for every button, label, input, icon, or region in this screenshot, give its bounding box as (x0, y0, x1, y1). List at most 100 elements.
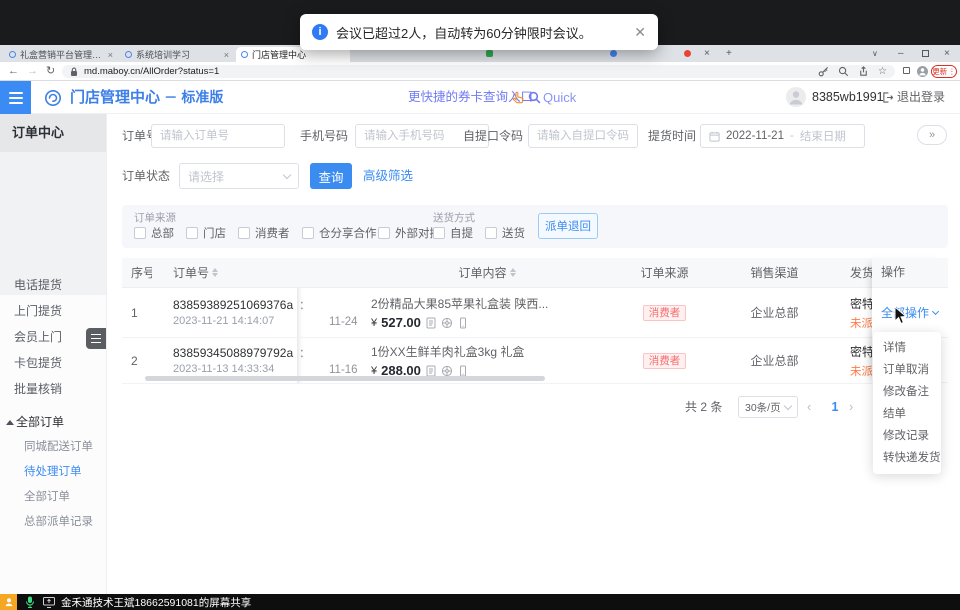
action-cell: 全部操作 (872, 288, 948, 338)
profile-avatar-icon[interactable] (917, 66, 928, 77)
side-panel-icon[interactable] (903, 67, 910, 74)
sort-icon[interactable] (510, 268, 516, 278)
site-favicon-icon (241, 51, 248, 58)
checkbox-hq[interactable]: 总部 (134, 225, 174, 241)
prev-page-icon[interactable]: ‹ (807, 395, 811, 419)
total-count-text: 共 2 条 (685, 395, 722, 419)
quick-link[interactable]: Quick (543, 81, 576, 114)
sidebar-item-batch-verify[interactable]: 批量核销 (0, 376, 106, 402)
sidebar-item-door-pickup[interactable]: 上门提货 (0, 298, 106, 324)
expand-filters-button[interactable]: » (917, 125, 947, 145)
sidebar-section-order-center[interactable]: 订单中心 (0, 114, 106, 152)
browser-tab-1[interactable]: 礼盒营销平台管理中心 × (4, 47, 118, 62)
pickup-code-input[interactable] (528, 124, 638, 148)
menu-item-switch-express[interactable]: 转快递发货 (873, 448, 941, 468)
tab-close-icon[interactable]: × (704, 47, 710, 60)
browser-update-button[interactable]: 更新 ⋮ (931, 65, 957, 78)
order-status-select[interactable]: 请选择 (179, 163, 299, 189)
checkbox-consumer[interactable]: 消费者 (238, 225, 290, 241)
horizontal-scrollbar[interactable] (145, 376, 545, 381)
back-icon[interactable]: ← (8, 64, 19, 79)
next-page-icon[interactable]: › (849, 395, 853, 419)
bookmark-star-icon[interactable]: ☆ (878, 66, 887, 77)
table-row[interactable]: 1 83859389251069376a 2023-11-21 14:14:07… (122, 288, 948, 338)
checkbox-warehouse-share[interactable]: 仓分享合作 (302, 225, 377, 241)
tabs-search-chevron-icon[interactable]: ∨ (872, 47, 878, 60)
checkbox-icon[interactable] (134, 227, 146, 239)
zoom-icon[interactable] (838, 66, 849, 77)
user-avatar[interactable] (786, 87, 806, 107)
search-button[interactable]: 查询 (310, 163, 352, 189)
toast-close-icon[interactable]: ✕ (634, 24, 646, 41)
checkbox-icon[interactable] (186, 227, 198, 239)
col-header-order-no[interactable]: 订单号 (152, 264, 297, 281)
checkbox-icon[interactable] (433, 227, 445, 239)
checkbox-icon[interactable] (485, 227, 497, 239)
window-restore-icon[interactable] (922, 50, 929, 57)
menu-item-cancel-order[interactable]: 订单取消 (873, 360, 941, 380)
sort-icon[interactable] (212, 268, 218, 278)
date-start-value: 2022-11-21 (726, 130, 784, 142)
sidebar-item-pending-orders[interactable]: 待处理订单 (0, 460, 106, 485)
sidebar-item-hq-dispatch-records[interactable]: 总部派单记录 (0, 510, 106, 535)
quick-search-icon[interactable] (528, 91, 541, 104)
date-range-picker[interactable]: 2022-11-21 - 结束日期 (700, 124, 865, 148)
gift-wheel-icon (441, 365, 453, 377)
menu-item-detail[interactable]: 详情 (873, 338, 941, 358)
kebab-menu-icon: ⋮ (948, 67, 956, 76)
order-no-input[interactable] (151, 124, 285, 148)
window-minimize-icon[interactable]: – (898, 47, 904, 60)
sidebar-item-city-delivery-orders[interactable]: 同城配送订单 (0, 435, 106, 460)
microphone-icon[interactable] (25, 596, 35, 608)
sidebar-item-all-orders[interactable]: 全部订单 (0, 485, 106, 510)
share-icon[interactable] (858, 66, 869, 77)
menu-item-edit-remark[interactable]: 修改备注 (873, 382, 941, 402)
source-filter-panel: 订单来源 总部 门店 消费者 仓分享合作 (122, 205, 948, 248)
checkbox-icon[interactable] (378, 227, 390, 239)
tab-close-icon[interactable]: × (224, 50, 229, 60)
actions-dropdown-menu: 详情 订单取消 修改备注 结单 修改记录 转快递发货 (873, 332, 941, 474)
sidebar-group-all-orders[interactable]: 全部订单 (0, 409, 106, 435)
checkbox-icon[interactable] (302, 227, 314, 239)
menu-item-edit-history[interactable]: 修改记录 (873, 426, 941, 446)
new-tab-button[interactable]: + (726, 47, 732, 60)
checkbox-self-pickup[interactable]: 自提 (433, 225, 473, 241)
mouse-cursor-icon (894, 306, 907, 325)
sidebar-item-card-pickup[interactable]: 卡包提货 (0, 350, 106, 376)
window-close-icon[interactable]: × (944, 47, 950, 60)
browser-tab-2[interactable]: 系统培训学习 × (120, 47, 234, 62)
pickup-time-label: 提货时间 (648, 124, 696, 148)
cell-clipped-column: ： 11-24 (297, 288, 357, 337)
all-actions-dropdown-trigger[interactable]: 全部操作 (881, 304, 938, 321)
checkbox-icon[interactable] (238, 227, 250, 239)
order-source-label: 订单来源 (134, 210, 176, 225)
logout-button[interactable]: 退出登录 (882, 81, 945, 114)
col-header-action: 操作 (872, 258, 948, 288)
hidden-tab-favicon-icon[interactable] (486, 50, 493, 57)
screen-share-icon[interactable] (43, 597, 55, 608)
address-bar[interactable]: md.maboy.cn/AllOrder?status=1 ☆ (62, 65, 895, 78)
cell-order-source: 消费者 (617, 288, 712, 337)
advanced-filter-link[interactable]: 高级筛选 (363, 163, 413, 189)
checkbox-delivery[interactable]: 送货 (485, 225, 525, 241)
sidebar-item-phone-pickup[interactable]: 电话提货 (0, 272, 106, 298)
page-number-current[interactable]: 1 (827, 395, 843, 419)
dispatch-return-button[interactable]: 派单退回 (538, 213, 598, 239)
hamburger-menu-button[interactable] (0, 81, 31, 114)
col-header-content[interactable]: 订单内容 (357, 264, 617, 281)
forward-icon[interactable]: → (27, 64, 38, 79)
reload-icon[interactable]: ↻ (46, 64, 55, 79)
date-separator: - (790, 130, 794, 142)
receipt-icon (425, 317, 437, 329)
tab-close-icon[interactable]: × (108, 50, 113, 60)
menu-item-close-order[interactable]: 结单 (873, 404, 941, 424)
hidden-tab-favicon-icon[interactable] (684, 50, 691, 57)
sidebar: 订单中心 电话提货 上门提货 会员上门 卡包提货 批量核销 全部订单 同城配送订… (0, 114, 107, 594)
page-size-select[interactable]: 30条/页 (738, 396, 798, 418)
key-icon[interactable] (818, 66, 829, 77)
checkbox-store[interactable]: 门店 (186, 225, 226, 241)
sidebar-collapse-handle[interactable] (86, 328, 106, 349)
hidden-tab-favicon-icon[interactable] (610, 50, 617, 57)
orders-table: 序号 订单号 订单内容 订单来源 销售渠道 发货 (122, 258, 948, 384)
checkbox-external[interactable]: 外部对接 (378, 225, 441, 241)
